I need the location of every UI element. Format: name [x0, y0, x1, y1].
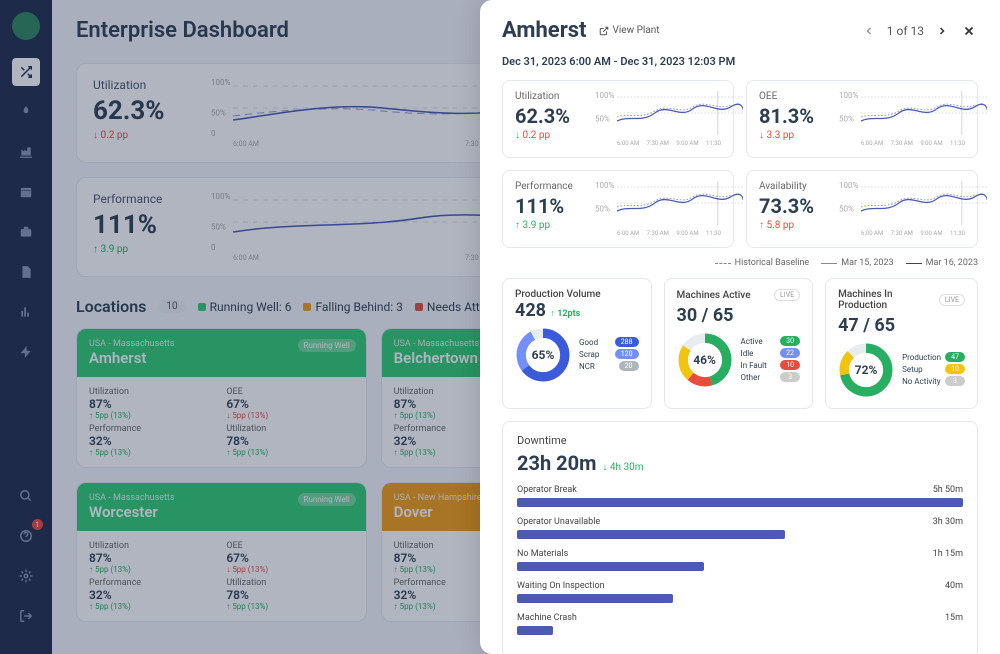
downtime-row: No Materials1h 15m [517, 549, 963, 571]
inprod-donut: 72% [838, 342, 894, 398]
mini-metric-card: Availability73.3%↑ 5.8 pp 100%50% 6:00 A… [746, 170, 978, 248]
legend-row: Scrap120 [579, 349, 639, 359]
prev-button[interactable] [861, 23, 877, 39]
drawer-title: Amherst [502, 18, 587, 43]
location-card[interactable]: USA - MassachusettsWorcesterRunning Well… [76, 482, 367, 622]
view-plant-link[interactable]: View Plant [599, 25, 660, 36]
sidebar-briefcase-icon[interactable] [12, 218, 40, 246]
legend-row: Active30 [741, 336, 801, 346]
legend-row: Setup10 [902, 364, 965, 374]
sidebar-settings-icon[interactable] [12, 562, 40, 590]
app-logo [12, 12, 40, 40]
machines-in-production-card: Machines In ProductionLIVE 47 / 65 72% P… [825, 278, 978, 409]
legend-row: No Activity3 [902, 376, 965, 386]
sidebar-logout-icon[interactable] [12, 602, 40, 630]
mini-metric-card: OEE81.3%↓ 3.3 pp 100%50% 6:00 AM7:30 AM9… [746, 80, 978, 158]
alert-badge: 1 [32, 519, 43, 530]
legend-row: NCR20 [579, 361, 639, 371]
pager-text: 1 of 13 [887, 24, 924, 38]
production-donut: 65% [515, 327, 571, 383]
metric-value: 62.3% [93, 96, 193, 126]
metric-label: Utilization [93, 78, 193, 92]
legend-row: Idle22 [741, 348, 801, 358]
sidebar-factory-icon[interactable] [12, 138, 40, 166]
sidebar-calendar-icon[interactable] [12, 178, 40, 206]
legend-row: Other3 [741, 372, 801, 382]
sidebar: 1 [0, 0, 52, 654]
baseline-legend: Historical Baseline Mar 15, 2023 Mar 16,… [502, 258, 978, 268]
sidebar-bolt-icon[interactable] [12, 338, 40, 366]
sidebar-document-icon[interactable] [12, 258, 40, 286]
live-badge: LIVE [939, 294, 965, 306]
downtime-row: Waiting On Inspection40m [517, 581, 963, 603]
plant-detail-drawer: Amherst View Plant 1 of 13 Dec 31, 2023 … [480, 0, 1000, 654]
legend-running-well: Running Well: 6 [198, 300, 292, 314]
downtime-row: Operator Break5h 50m [517, 485, 963, 507]
metric-delta: ↑ 3.9 pp [93, 244, 193, 255]
mini-metric-card: Utilization62.3%↓ 0.2 pp 100%50% 6:00 AM… [502, 80, 734, 158]
metric-label: Performance [93, 192, 193, 206]
legend-row: In Fault10 [741, 360, 801, 370]
machines-active-card: Machines ActiveLIVE 30 / 65 46% Active30… [664, 278, 814, 409]
metric-delta: ↓ 0.2 pp [93, 130, 193, 141]
date-range: Dec 31, 2023 6:00 AM - Dec 31, 2023 12:0… [502, 55, 978, 68]
sidebar-chart-icon[interactable] [12, 298, 40, 326]
metric-mini-grid: Utilization62.3%↓ 0.2 pp 100%50% 6:00 AM… [502, 80, 978, 248]
location-card[interactable]: USA - MassachusettsAmherstRunning Well U… [76, 328, 367, 468]
stats-grid: Production Volume 428 ↑ 12pts 65% Good28… [502, 278, 978, 409]
next-button[interactable] [934, 23, 950, 39]
production-volume-card: Production Volume 428 ↑ 12pts 65% Good28… [502, 278, 652, 409]
live-badge: LIVE [774, 289, 800, 301]
sidebar-shuffle-icon[interactable] [12, 58, 40, 86]
downtime-row: Operator Unavailable3h 30m [517, 517, 963, 539]
sidebar-help-icon[interactable]: 1 [12, 522, 40, 550]
legend-row: Production47 [902, 352, 965, 362]
downtime-card: Downtime 23h 20m↓ 4h 30m Operator Break5… [502, 421, 978, 654]
legend-falling-behind: Falling Behind: 3 [303, 300, 402, 314]
downtime-row: Machine Crash15m [517, 613, 963, 635]
active-donut: 46% [677, 332, 733, 388]
legend-row: Good288 [579, 337, 639, 347]
sidebar-search-icon[interactable] [12, 482, 40, 510]
close-button[interactable] [960, 22, 978, 40]
locations-title: Locations [76, 297, 146, 316]
locations-count: 10 [158, 300, 185, 313]
metric-value: 111% [93, 210, 193, 240]
sidebar-plant-icon[interactable] [12, 98, 40, 126]
mini-metric-card: Performance111%↑ 3.9 pp 100%50% 6:00 AM7… [502, 170, 734, 248]
